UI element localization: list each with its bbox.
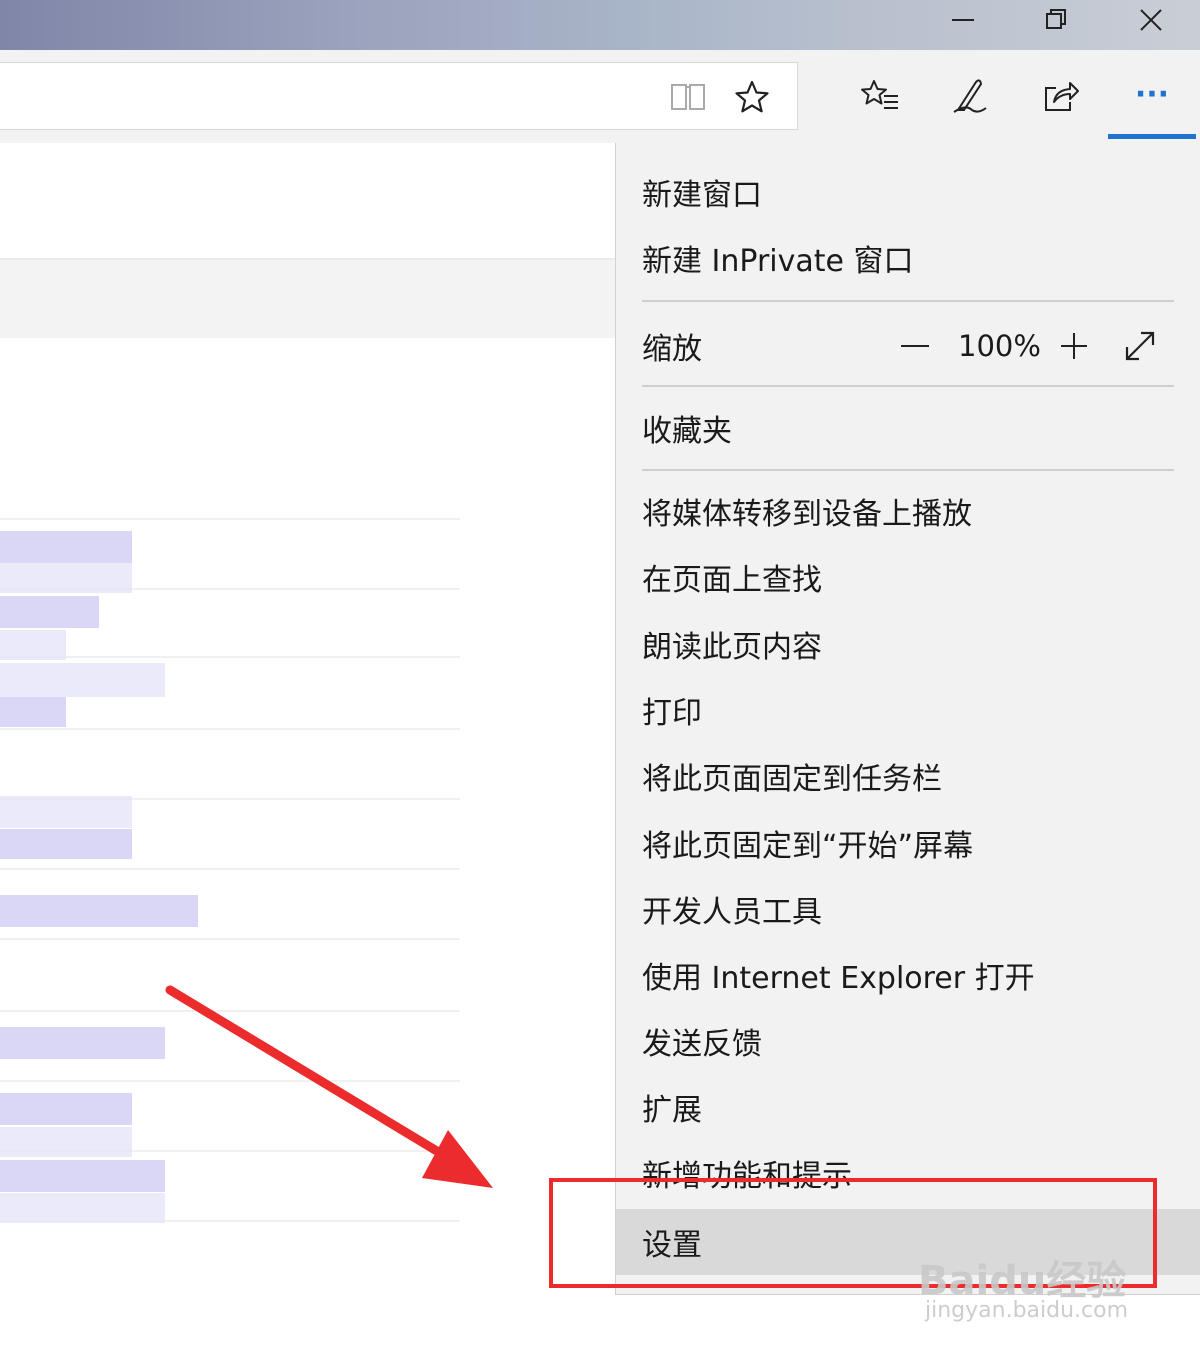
more-actions-active-indicator xyxy=(1108,134,1196,139)
more-actions-icon: ··· xyxy=(1134,76,1170,112)
menu-item-new-inprivate-window[interactable]: 新建 InPrivate 窗口 xyxy=(616,227,1200,289)
title-bar xyxy=(0,0,1200,50)
menu-item-print[interactable]: 打印 xyxy=(616,679,1200,741)
blurred-text xyxy=(0,630,66,660)
menu-separator xyxy=(642,385,1174,387)
blurred-text xyxy=(0,1193,165,1223)
menu-separator xyxy=(642,469,1174,471)
page-banner xyxy=(0,258,615,338)
blurred-text xyxy=(0,563,132,593)
blurred-text xyxy=(0,829,132,859)
plus-icon xyxy=(1061,333,1087,359)
menu-item-pin-to-taskbar[interactable]: 将此页面固定到任务栏 xyxy=(616,745,1200,807)
annotation-arrow xyxy=(165,985,493,1188)
blurred-text xyxy=(0,531,132,563)
minimize-button[interactable] xyxy=(918,0,1010,40)
menu-item-new-window[interactable]: 新建窗口 xyxy=(616,161,1200,223)
menu-item-pin-to-start[interactable]: 将此页固定到“开始”屏幕 xyxy=(616,812,1200,874)
web-note-pen-icon[interactable] xyxy=(940,66,1000,126)
minimize-icon xyxy=(952,19,974,21)
restore-icon xyxy=(1046,9,1066,29)
menu-item-extensions[interactable]: 扩展 xyxy=(616,1076,1200,1138)
minus-icon xyxy=(901,345,929,347)
favorite-star-icon[interactable] xyxy=(722,67,782,127)
blurred-text xyxy=(0,1093,132,1125)
more-actions-menu: 新建窗口 新建 InPrivate 窗口 缩放 100% 收藏夹 将媒体转移到设… xyxy=(615,143,1200,1295)
share-icon[interactable] xyxy=(1030,66,1090,126)
close-icon xyxy=(1140,9,1162,31)
blurred-text xyxy=(0,663,165,697)
fullscreen-icon xyxy=(1125,331,1155,361)
blurred-text xyxy=(0,1027,165,1059)
menu-item-developer-tools[interactable]: 开发人员工具 xyxy=(616,878,1200,940)
zoom-level: 100% xyxy=(958,329,1041,363)
divider xyxy=(0,938,460,940)
menu-item-read-aloud[interactable]: 朗读此页内容 xyxy=(616,613,1200,675)
menu-item-send-feedback[interactable]: 发送反馈 xyxy=(616,1010,1200,1072)
divider xyxy=(0,656,460,658)
restore-button[interactable] xyxy=(1010,0,1102,40)
fullscreen-button[interactable] xyxy=(1120,323,1160,369)
blurred-text xyxy=(0,1160,165,1192)
divider xyxy=(0,518,460,520)
menu-item-favorites[interactable]: 收藏夹 xyxy=(616,397,1200,459)
menu-separator xyxy=(642,300,1174,302)
address-bar[interactable] xyxy=(0,62,798,130)
reading-view-icon[interactable] xyxy=(658,67,718,127)
zoom-out-button[interactable] xyxy=(896,323,936,369)
close-button[interactable] xyxy=(1105,0,1197,40)
divider xyxy=(0,728,460,730)
blurred-text xyxy=(0,697,66,727)
blurred-text xyxy=(0,895,198,927)
menu-item-find-on-page[interactable]: 在页面上查找 xyxy=(616,546,1200,608)
blurred-text xyxy=(0,1127,132,1157)
favorites-hub-icon[interactable] xyxy=(850,66,910,126)
divider xyxy=(0,868,460,870)
menu-item-open-with-ie[interactable]: 使用 Internet Explorer 打开 xyxy=(616,944,1200,1006)
watermark-url: jingyan.baidu.com xyxy=(925,1298,1129,1323)
menu-item-cast-media[interactable]: 将媒体转移到设备上播放 xyxy=(616,480,1200,542)
blurred-text xyxy=(0,796,132,828)
more-actions-button[interactable]: ··· xyxy=(1122,64,1182,124)
browser-toolbar: ··· xyxy=(0,50,1200,144)
blurred-text xyxy=(0,596,99,628)
zoom-in-button[interactable] xyxy=(1054,323,1094,369)
